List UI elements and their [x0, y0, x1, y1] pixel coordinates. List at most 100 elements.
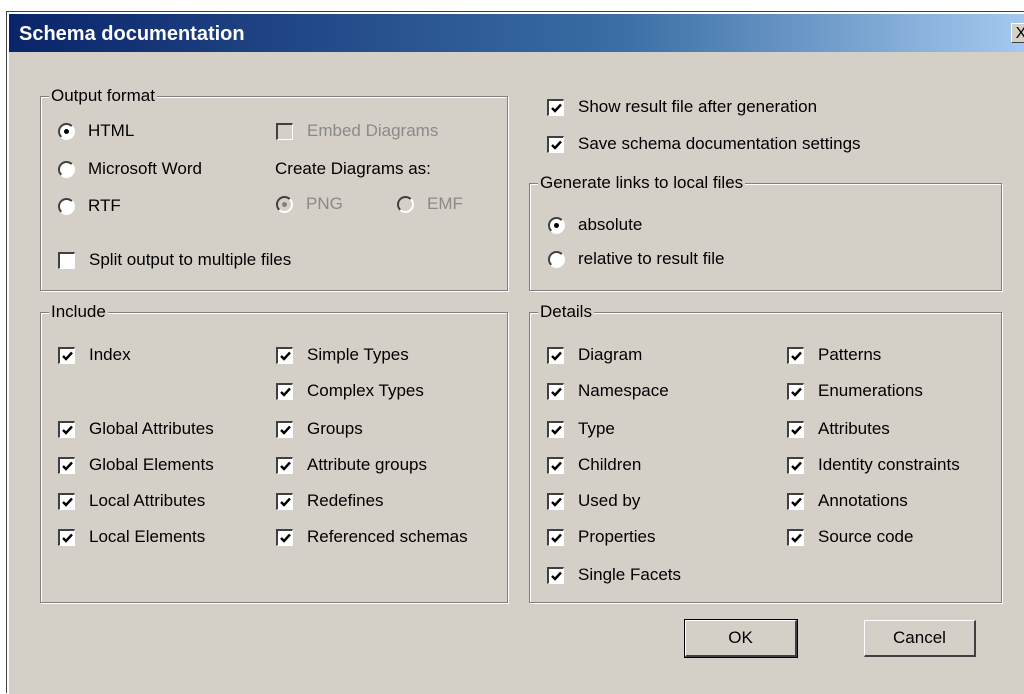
checkbox-checked-box: [547, 528, 564, 546]
checkbox-checked-box: [547, 346, 564, 364]
embed-diagrams-checkbox[interactable]: Embed Diagrams: [276, 119, 438, 143]
details-patterns-checkbox[interactable]: Patterns: [787, 343, 881, 367]
show-result-label: Show result file after generation: [578, 97, 818, 116]
checkmark-icon: [280, 387, 291, 397]
include-redefines-label: Redefines: [307, 491, 384, 510]
details-namespace-checkbox[interactable]: Namespace: [547, 379, 669, 403]
checkbox-checked-box: [276, 346, 293, 364]
ok-button[interactable]: OK: [684, 619, 798, 658]
checkmark-icon: [551, 387, 562, 397]
radio-png[interactable]: PNG: [276, 192, 343, 216]
checkbox-checked-box: [787, 346, 804, 364]
checkbox-checked-box: [58, 346, 75, 364]
include-index-checkbox[interactable]: Index: [58, 343, 131, 367]
cancel-button[interactable]: Cancel: [864, 620, 976, 657]
close-button[interactable]: X: [1011, 23, 1024, 43]
ok-button-label: OK: [728, 628, 753, 647]
include-attribute-groups-checkbox[interactable]: Attribute groups: [276, 453, 427, 477]
details-namespace-label: Namespace: [578, 381, 669, 400]
radio-rtf-indicator: [58, 197, 75, 215]
include-local-attributes-label: Local Attributes: [89, 491, 206, 510]
checkbox-checked-box: [787, 382, 804, 400]
include-complex-types-checkbox[interactable]: Complex Types: [276, 379, 424, 403]
cancel-button-label: Cancel: [893, 628, 946, 647]
checkmark-icon: [791, 497, 802, 507]
checkbox-checked-box: [547, 566, 564, 584]
radio-emf-indicator: [397, 195, 414, 213]
include-legend: Include: [49, 302, 108, 322]
show-result-checkbox[interactable]: Show result file after generation: [547, 95, 817, 119]
checkmark-icon: [791, 425, 802, 435]
split-output-checkbox[interactable]: Split output to multiple files: [58, 248, 291, 272]
include-simple-types-checkbox[interactable]: Simple Types: [276, 343, 409, 367]
details-type-label: Type: [578, 419, 615, 438]
checkbox-checked-box: [787, 456, 804, 474]
checkmark-icon: [791, 533, 802, 543]
split-output-box: [58, 251, 75, 269]
checkmark-icon: [551, 533, 562, 543]
radio-emf-label: EMF: [427, 194, 463, 213]
checkbox-checked-box: [276, 456, 293, 474]
include-referenced-schemas-label: Referenced schemas: [307, 527, 468, 546]
include-global-elements-checkbox[interactable]: Global Elements: [58, 453, 214, 477]
details-children-checkbox[interactable]: Children: [547, 453, 641, 477]
checkmark-icon: [62, 351, 73, 361]
checkbox-checked-box: [547, 382, 564, 400]
include-attribute-groups-label: Attribute groups: [307, 455, 428, 474]
checkmark-icon: [551, 571, 562, 581]
details-source-code-checkbox[interactable]: Source code: [787, 525, 913, 549]
checkmark-icon: [791, 351, 802, 361]
details-enumerations-checkbox[interactable]: Enumerations: [787, 379, 923, 403]
radio-microsoft-word[interactable]: Microsoft Word: [58, 157, 202, 181]
checkbox-checked-box: [547, 456, 564, 474]
checkbox-checked-box: [58, 528, 75, 546]
radio-relative-indicator: [548, 250, 565, 268]
include-complex-types-label: Complex Types: [307, 381, 424, 400]
details-type-checkbox[interactable]: Type: [547, 417, 615, 441]
details-attributes-label: Attributes: [818, 419, 890, 438]
details-diagram-checkbox[interactable]: Diagram: [547, 343, 642, 367]
checkmark-icon: [791, 387, 802, 397]
radio-rtf[interactable]: RTF: [58, 194, 121, 218]
checkmark-icon: [280, 533, 291, 543]
checkmark-icon: [551, 425, 562, 435]
include-groups-checkbox[interactable]: Groups: [276, 417, 363, 441]
details-children-label: Children: [578, 455, 642, 474]
radio-absolute-label: absolute: [578, 215, 643, 234]
checkbox-checked-box: [547, 98, 564, 116]
include-local-attributes-checkbox[interactable]: Local Attributes: [58, 489, 205, 513]
create-diagrams-label: Create Diagrams as:: [275, 159, 431, 178]
include-local-elements-label: Local Elements: [89, 527, 206, 546]
details-properties-checkbox[interactable]: Properties: [547, 525, 655, 549]
radio-word-indicator: [58, 160, 75, 178]
radio-emf[interactable]: EMF: [397, 192, 463, 216]
radio-png-label: PNG: [306, 194, 343, 213]
details-identity-constraints-checkbox[interactable]: Identity constraints: [787, 453, 960, 477]
save-settings-checkbox[interactable]: Save schema documentation settings: [547, 132, 861, 156]
details-attributes-checkbox[interactable]: Attributes: [787, 417, 890, 441]
checkmark-icon: [791, 461, 802, 471]
include-global-elements-label: Global Elements: [89, 455, 214, 474]
details-used-by-checkbox[interactable]: Used by: [547, 489, 640, 513]
checkmark-icon: [62, 497, 73, 507]
details-single-facets-checkbox[interactable]: Single Facets: [547, 563, 681, 587]
radio-relative[interactable]: relative to result file: [548, 247, 724, 271]
title-bar[interactable]: Schema documentation X: [9, 14, 1024, 52]
checkmark-icon: [62, 461, 73, 471]
radio-html-label: HTML: [88, 121, 135, 140]
details-used-by-label: Used by: [578, 491, 641, 510]
checkbox-checked-box: [547, 420, 564, 438]
checkmark-icon: [551, 461, 562, 471]
radio-html[interactable]: HTML: [58, 119, 134, 143]
radio-absolute[interactable]: absolute: [548, 213, 642, 237]
checkmark-icon: [62, 533, 73, 543]
include-local-elements-checkbox[interactable]: Local Elements: [58, 525, 205, 549]
checkmark-icon: [280, 425, 291, 435]
include-global-attributes-checkbox[interactable]: Global Attributes: [58, 417, 214, 441]
checkbox-checked-box: [276, 492, 293, 510]
output-format-legend: Output format: [49, 86, 157, 106]
details-source-code-label: Source code: [818, 527, 914, 546]
include-referenced-schemas-checkbox[interactable]: Referenced schemas: [276, 525, 468, 549]
include-redefines-checkbox[interactable]: Redefines: [276, 489, 384, 513]
details-annotations-checkbox[interactable]: Annotations: [787, 489, 908, 513]
